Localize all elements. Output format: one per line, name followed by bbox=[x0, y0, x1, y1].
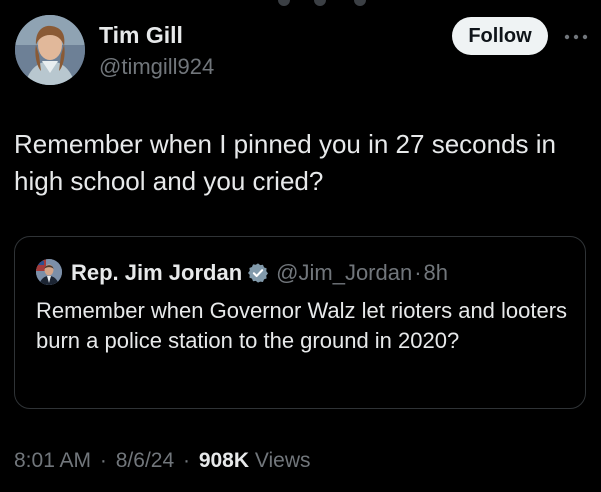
quoted-tweet-card[interactable]: Rep. Jim Jordan @Jim_Jordan · 8h Remembe… bbox=[14, 236, 586, 409]
tweet-date[interactable]: 8/6/24 bbox=[116, 449, 174, 472]
meta-separator: · bbox=[182, 449, 190, 472]
quoted-author-handle: @Jim_Jordan bbox=[276, 260, 413, 285]
quoted-tweet-header: Rep. Jim Jordan @Jim_Jordan · 8h bbox=[71, 259, 448, 287]
meta-separator: · bbox=[99, 449, 107, 472]
quoted-author-avatar bbox=[36, 259, 62, 285]
tweet-time[interactable]: 8:01 AM bbox=[14, 449, 91, 472]
tweet-text: Remember when I pinned you in 27 seconds… bbox=[14, 129, 556, 196]
follow-button[interactable]: Follow bbox=[452, 17, 548, 55]
author-avatar[interactable] bbox=[15, 15, 85, 85]
verified-badge-icon bbox=[247, 262, 269, 284]
views-count[interactable]: 908K bbox=[199, 449, 249, 472]
quoted-separator: · bbox=[414, 260, 422, 285]
author-name[interactable]: Tim Gill bbox=[99, 22, 183, 49]
previous-post-action-icons bbox=[270, 0, 390, 8]
tweet-meta: 8:01 AM · 8/6/24 · 908K Views bbox=[14, 449, 311, 473]
views-label: Views bbox=[254, 449, 311, 472]
tweet: Tim Gill @timgill924 Follow Remember whe… bbox=[0, 0, 601, 492]
quoted-tweet-text: Remember when Governor Walz let rioters … bbox=[36, 298, 568, 353]
quoted-author-name: Rep. Jim Jordan bbox=[71, 260, 243, 285]
author-photo bbox=[15, 15, 85, 85]
author-handle[interactable]: @timgill924 bbox=[99, 54, 214, 80]
more-options-button[interactable] bbox=[561, 28, 591, 46]
quoted-timestamp[interactable]: 8h bbox=[424, 260, 448, 286]
quoted-author-photo bbox=[36, 259, 62, 285]
more-horizontal-icon bbox=[564, 34, 588, 40]
